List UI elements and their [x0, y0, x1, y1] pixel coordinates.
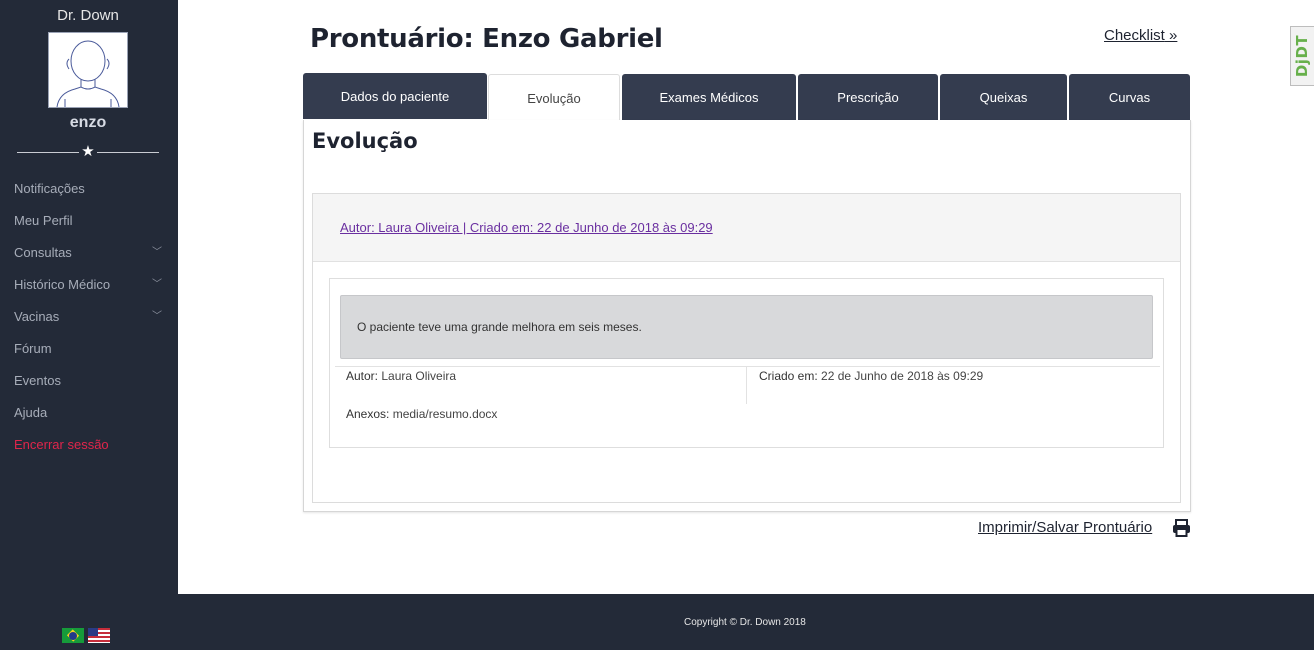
sidebar-item-ajuda[interactable]: Ajuda: [0, 404, 178, 436]
double-chevron-right-icon: »: [1164, 27, 1178, 44]
sidebar-item-label: Encerrar sessão: [14, 437, 109, 452]
footer: Copyright © Dr. Down 2018: [178, 594, 1314, 650]
tab-label: Exames Médicos: [659, 89, 759, 105]
sidebar-item-consultas[interactable]: Consultas ﹀: [0, 244, 178, 276]
logout-link[interactable]: Encerrar sessão: [0, 436, 178, 468]
tab-label: Evolução: [527, 90, 581, 106]
sidebar-item-label: Meu Perfil: [14, 213, 73, 228]
sidebar-item-label: Ajuda: [14, 405, 48, 420]
avatar[interactable]: [48, 32, 128, 108]
sidebar-item-meu-perfil[interactable]: Meu Perfil: [0, 212, 178, 244]
author-value: Laura Oliveira: [381, 369, 457, 383]
tab-label: Dados do paciente: [340, 88, 450, 104]
chevron-down-icon: ﹀: [152, 247, 162, 258]
entry-toggle-link[interactable]: Autor: Laura Oliveira | Criado em: 22 de…: [340, 220, 713, 235]
sidebar-item-notificacoes[interactable]: Notificações: [0, 180, 178, 212]
copyright-text: Copyright © Dr. Down 2018: [684, 617, 806, 628]
chevron-down-icon: ﹀: [152, 311, 162, 322]
sidebar-item-label: Notificações: [14, 181, 85, 196]
sidebar-item-vacinas[interactable]: Vacinas ﹀: [0, 308, 178, 340]
username: enzo: [69, 114, 107, 131]
tab-prescricao[interactable]: Prescrição: [798, 74, 938, 120]
checklist-link[interactable]: Checklist »: [1104, 27, 1177, 44]
tab-label: Prescrição: [837, 89, 899, 105]
usa-flag-icon[interactable]: [88, 628, 110, 643]
entry-header: Autor: Laura Oliveira | Criado em: 22 de…: [313, 194, 1180, 262]
attachments-label: Anexos:: [346, 407, 390, 421]
divider-left: [17, 152, 79, 153]
entry-author: Autor: Laura Oliveira: [346, 369, 456, 383]
evolution-note: O paciente teve uma grande melhora em se…: [340, 295, 1153, 359]
language-switcher: [62, 628, 110, 643]
created-value: 22 de Junho de 2018 às 09:29: [821, 369, 984, 383]
sidebar-menu: Notificações Meu Perfil Consultas ﹀ Histó…: [0, 180, 178, 468]
user-avatar-icon: [56, 40, 120, 108]
tab-curvas[interactable]: Curvas: [1069, 74, 1190, 120]
debug-toolbar-badge[interactable]: DjDT: [1290, 26, 1314, 86]
tab-label: Queixas: [979, 89, 1028, 105]
sidebar-item-label: Histórico Médico: [14, 277, 111, 292]
debug-toolbar-label: DjDT: [1293, 34, 1312, 78]
tab-dados-do-paciente[interactable]: Dados do paciente: [303, 73, 487, 119]
entry-attachments: Anexos: media/resumo.docx: [346, 407, 497, 421]
entry-created: Criado em: 22 de Junho de 2018 às 09:29: [759, 369, 983, 383]
sidebar-item-label: Fórum: [14, 341, 52, 356]
meta-divider: [335, 366, 1160, 367]
section-title: Evolução: [312, 129, 418, 153]
created-label: Criado em:: [759, 369, 818, 383]
star-icon: ★: [81, 143, 95, 160]
page-title: Prontuário: Enzo Gabriel: [310, 24, 663, 54]
tab-evolucao[interactable]: Evolução: [488, 74, 620, 121]
checklist-label: Checklist: [1104, 27, 1165, 44]
sidebar-item-historico-medico[interactable]: Histórico Médico ﹀: [0, 276, 178, 308]
tab-exames-medicos[interactable]: Exames Médicos: [622, 74, 796, 120]
sidebar-item-label: Consultas: [14, 245, 72, 260]
sidebar-item-label: Eventos: [14, 373, 61, 388]
print-save-link[interactable]: Imprimir/Salvar Prontuário: [978, 519, 1152, 536]
note-text: O paciente teve uma grande melhora em se…: [357, 320, 642, 334]
printer-icon[interactable]: [1172, 519, 1191, 542]
sidebar: Dr. Down enzo ★ Notificações Meu Perfil …: [0, 0, 178, 650]
divider-right: [97, 152, 159, 153]
sidebar-item-label: Vacinas: [14, 309, 60, 324]
sidebar-item-forum[interactable]: Fórum: [0, 340, 178, 372]
author-label: Autor:: [346, 369, 379, 383]
meta-column-divider: [746, 367, 747, 404]
sidebar-item-eventos[interactable]: Eventos: [0, 372, 178, 404]
tab-label: Curvas: [1108, 89, 1151, 105]
brand-name[interactable]: Dr. Down: [0, 7, 176, 24]
chevron-down-icon: ﹀: [152, 279, 162, 290]
attachment-link[interactable]: media/resumo.docx: [393, 407, 498, 421]
brazil-flag-icon[interactable]: [62, 628, 84, 643]
tab-queixas[interactable]: Queixas: [940, 74, 1067, 120]
